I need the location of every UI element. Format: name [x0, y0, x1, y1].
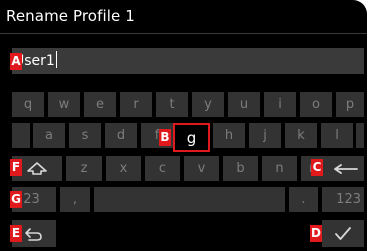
key-r[interactable]: r: [120, 92, 152, 117]
key-e[interactable]: e: [84, 92, 116, 117]
shift-arrow-icon: [27, 161, 47, 175]
marker-b: B: [159, 129, 171, 146]
comma-key[interactable]: ,: [60, 187, 90, 212]
key-o[interactable]: o: [300, 92, 332, 117]
key-j[interactable]: j: [249, 123, 281, 148]
checkmark-icon: [335, 226, 351, 240]
back-return-icon: [25, 227, 42, 241]
key-d[interactable]: d: [105, 123, 137, 148]
marker-e: E: [10, 225, 22, 242]
profile-name-input[interactable]: User1: [12, 48, 364, 74]
key-n[interactable]: n: [262, 156, 297, 181]
key-spacer-right: [356, 123, 364, 148]
key-p[interactable]: p: [336, 92, 364, 117]
key-x[interactable]: x: [106, 156, 141, 181]
key-v[interactable]: v: [184, 156, 219, 181]
backspace-arrow-icon: [334, 163, 358, 174]
numbers-key-right[interactable]: 123: [322, 187, 364, 212]
key-u[interactable]: u: [228, 92, 260, 117]
key-q[interactable]: q: [12, 92, 44, 117]
marker-c: C: [311, 159, 323, 176]
text-caret: [55, 51, 58, 68]
key-h[interactable]: h: [213, 123, 245, 148]
key-t[interactable]: t: [156, 92, 188, 117]
key-l[interactable]: l: [321, 123, 353, 148]
space-key[interactable]: [94, 187, 285, 212]
key-b[interactable]: b: [223, 156, 258, 181]
key-y[interactable]: y: [192, 92, 224, 117]
marker-d: D: [310, 225, 322, 242]
backspace-key[interactable]: [323, 156, 364, 181]
key-g-selected[interactable]: g: [173, 123, 210, 152]
key-s[interactable]: s: [69, 123, 101, 148]
key-k[interactable]: k: [285, 123, 317, 148]
rename-profile-screen: Rename Profile 1 User1 q w e r t y u i o…: [0, 0, 367, 251]
marker-g: G: [10, 191, 22, 208]
key-spacer-left: [12, 123, 30, 148]
key-w[interactable]: w: [48, 92, 80, 117]
page-title: Rename Profile 1: [6, 7, 135, 25]
key-c[interactable]: c: [145, 156, 180, 181]
key-z[interactable]: z: [66, 156, 102, 181]
title-divider: [0, 33, 367, 34]
key-i[interactable]: i: [264, 92, 296, 117]
marker-f: F: [10, 159, 22, 176]
key-a[interactable]: a: [33, 123, 65, 148]
marker-a: A: [10, 53, 22, 70]
period-key[interactable]: .: [289, 187, 318, 212]
confirm-button[interactable]: [322, 220, 364, 247]
